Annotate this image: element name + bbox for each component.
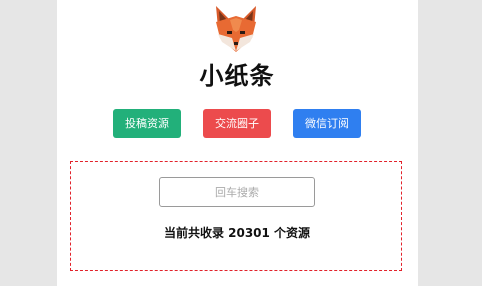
site-title: 小纸条 [199,62,275,90]
submit-resource-button[interactable]: 投稿资源 [113,109,181,138]
fox-logo-icon [216,6,256,52]
resource-count: 当前共收录 20301 个资源 [163,226,311,240]
search-input[interactable] [159,177,315,207]
community-button[interactable]: 交流圈子 [203,109,271,138]
wechat-subscribe-button[interactable]: 微信订阅 [293,109,361,138]
